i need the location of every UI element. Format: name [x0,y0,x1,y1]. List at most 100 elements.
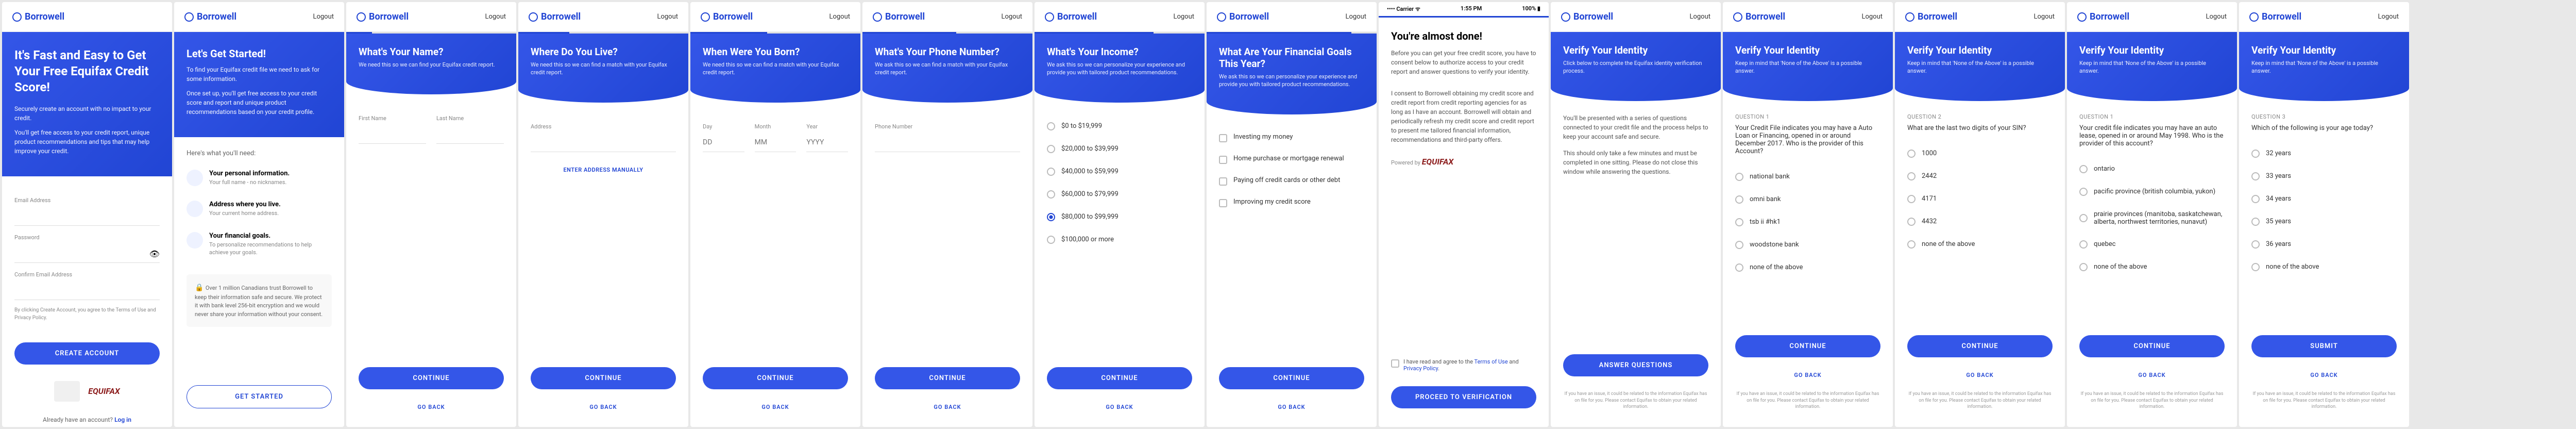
confirm-input[interactable] [14,281,160,300]
radio-option[interactable]: national bank [1735,166,1880,188]
radio-option[interactable]: none of the above [2079,256,2225,278]
logout-link[interactable]: Logout [1345,13,1366,21]
checkbox-option[interactable]: Improving my credit score [1219,192,1364,213]
first-name-input[interactable] [359,125,426,144]
continue-button[interactable]: CONTINUE [531,367,676,389]
go-back-link[interactable]: GO BACK [862,398,1032,417]
logout-link[interactable]: Logout [313,13,334,21]
logout-link[interactable]: Logout [1689,13,1710,21]
radio-option[interactable]: $40,000 to $59,999 [1047,160,1192,183]
month-input[interactable] [755,133,796,152]
radio-option[interactable]: 4432 [1907,210,2053,233]
get-started-button[interactable]: GET STARTED [187,385,332,408]
title: You're almost done! [1391,30,1536,42]
go-back-link[interactable]: GO BACK [346,398,516,417]
radio-option[interactable]: 33 years [2251,165,2397,188]
terms-checkbox[interactable] [1391,359,1399,368]
email-input[interactable] [14,207,160,226]
continue-button[interactable]: CONTINUE [2079,335,2225,357]
radio-option[interactable]: none of the above [1907,233,2053,256]
continue-button[interactable]: CONTINUE [1047,367,1192,389]
radio-option[interactable]: none of the above [1735,256,1880,279]
continue-button[interactable]: CONTINUE [703,367,848,389]
disclaimer: If you have an issue, it could be relate… [2239,385,2409,417]
radio-option[interactable]: 35 years [2251,210,2397,233]
logout-link[interactable]: Logout [2033,13,2055,21]
logout-link[interactable]: Logout [829,13,850,21]
radio-option[interactable]: 32 years [2251,142,2397,165]
home-icon [187,201,203,217]
logout-link[interactable]: Logout [485,13,506,21]
password-input[interactable] [14,244,160,263]
logo[interactable]: Borrowell [184,11,236,22]
answer-questions-button[interactable]: ANSWER QUESTIONS [1563,354,1708,376]
logo[interactable]: Borrowell [12,11,64,22]
go-back-link[interactable]: GO BACK [1895,366,2065,385]
radio-option[interactable]: omni bank [1735,188,1880,211]
radio-option[interactable]: none of the above [2251,256,2397,278]
logout-link[interactable]: Logout [1173,13,1194,21]
signup-screen: Borrowell It's Fast and Easy to Get Your… [2,2,172,427]
day-input[interactable] [703,133,744,152]
radio-option[interactable]: pacific province (british columbia, yuko… [2079,180,2225,203]
continue-button[interactable]: CONTINUE [1735,335,1880,357]
go-back-link[interactable]: GO BACK [690,398,860,417]
title: Verify Your Identity [1563,44,1708,56]
logo[interactable]: Borrowell [357,11,409,22]
logout-link[interactable]: Logout [2206,13,2227,21]
radio-option[interactable]: $80,000 to $99,999 [1047,206,1192,228]
checkbox-option[interactable]: Paying off credit cards or other debt [1219,170,1364,192]
radio-option[interactable]: 1000 [1907,142,2053,165]
radio-option[interactable]: ontario [2079,158,2225,180]
create-account-button[interactable]: CREATE ACCOUNT [14,342,160,365]
proceed-button[interactable]: PROCEED TO VERIFICATION [1391,386,1536,408]
title: Verify Your Identity [1735,44,1880,56]
go-back-link[interactable]: GO BACK [2239,366,2409,385]
radio-option[interactable]: 2442 [1907,165,2053,188]
radio-option[interactable]: 34 years [2251,188,2397,210]
continue-button[interactable]: CONTINUE [359,367,504,389]
radio-option[interactable]: $100,000 or more [1047,228,1192,251]
go-back-link[interactable]: GO BACK [518,398,688,417]
go-back-link[interactable]: GO BACK [1207,398,1377,417]
radio-option[interactable]: 4171 [1907,188,2053,210]
manual-address-link[interactable]: ENTER ADDRESS MANUALLY [531,162,676,177]
logout-link[interactable]: Logout [657,13,678,21]
checkbox-option[interactable]: Home purchase or mortgage renewal [1219,148,1364,170]
radio-option[interactable]: tsb ii #hk1 [1735,211,1880,234]
logout-link[interactable]: Logout [1861,13,1883,21]
radio-option[interactable]: woodstone bank [1735,234,1880,256]
radio-option[interactable]: 36 years [2251,233,2397,256]
radio-option[interactable]: prairie provinces (manitoba, saskatchewa… [2079,203,2225,233]
address-label: Address [531,123,676,130]
last-name-input[interactable] [436,125,504,144]
radio-option[interactable]: $60,000 to $79,999 [1047,183,1192,206]
go-back-link[interactable]: GO BACK [1035,398,1205,417]
login-link[interactable]: Log in [114,416,131,423]
submit-button[interactable]: SUBMIT [2251,335,2397,357]
option-label: prairie provinces (manitoba, saskatchewa… [2094,210,2225,226]
year-input[interactable] [806,133,848,152]
radio-option[interactable]: $0 to $19,999 [1047,115,1192,138]
logout-link[interactable]: Logout [1001,13,1022,21]
dob-screen: BorrowellLogout When Were You Born?We ne… [690,2,860,427]
privacy-link[interactable]: Privacy Policy [1403,365,1438,372]
phone-input[interactable] [875,133,1020,152]
powered-text: Powered by [1391,159,1420,166]
continue-button[interactable]: CONTINUE [875,367,1020,389]
first-label: First Name [359,115,426,122]
go-back-link[interactable]: GO BACK [1723,366,1893,385]
radio-option[interactable]: $20,000 to $39,999 [1047,138,1192,160]
radio-option[interactable]: quebec [2079,233,2225,256]
checkbox-option[interactable]: Investing my money [1219,127,1364,148]
continue-button[interactable]: CONTINUE [1907,335,2053,357]
eye-icon[interactable]: 👁 [149,249,160,259]
address-input[interactable] [531,133,676,152]
subtitle: We ask this so we can find a match with … [875,61,1020,77]
logout-link[interactable]: Logout [2378,13,2399,21]
subtitle: We ask this so we can personalize your e… [1219,73,1364,89]
continue-button[interactable]: CONTINUE [1219,367,1364,389]
terms-link[interactable]: Terms of Use [1475,358,1508,365]
go-back-link[interactable]: GO BACK [2067,366,2237,385]
subtitle: We need this so we can find a match with… [531,61,676,77]
